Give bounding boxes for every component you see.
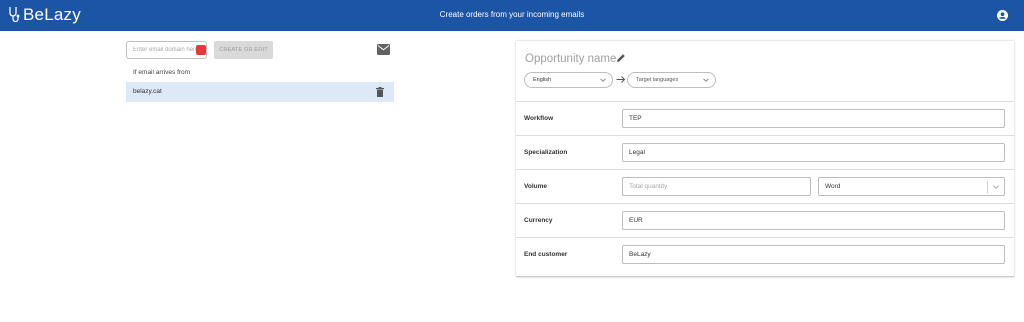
specialization-label: Specialization	[524, 149, 568, 156]
unit-select[interactable]: Word	[818, 177, 1005, 196]
mail-icon[interactable]	[377, 44, 390, 55]
target-languages-value: Target languages	[636, 77, 679, 83]
section-label: If email arrives from	[133, 69, 191, 76]
currency-field[interactable]: EUR	[622, 211, 1005, 230]
top-bar: BeLazy Create orders from your incoming …	[0, 0, 1024, 31]
specialization-value: Legal	[629, 149, 645, 156]
pencil-icon[interactable]	[616, 53, 626, 63]
user-circle-icon[interactable]	[997, 10, 1008, 21]
chevron-down-icon	[600, 78, 606, 82]
workflow-field[interactable]: TEP	[622, 109, 1005, 128]
trash-icon[interactable]	[376, 87, 384, 97]
end-customer-row: End customer BeLazy	[516, 237, 1014, 271]
domain-name: belazy.cat	[133, 88, 162, 95]
currency-label: Currency	[524, 217, 553, 224]
volume-row: Volume Total quantity Word	[516, 169, 1014, 203]
page-title: Create orders from your incoming emails	[439, 10, 585, 19]
workflow-row: Workflow TEP	[516, 101, 1014, 135]
currency-row: Currency EUR	[516, 203, 1014, 237]
volume-label: Volume	[524, 183, 547, 190]
unit-value: Word	[825, 183, 841, 190]
workflow-label: Workflow	[524, 115, 554, 122]
quantity-field[interactable]: Total quantity	[622, 177, 811, 196]
opportunity-form: Opportunity name English Target language…	[516, 41, 1014, 277]
quantity-placeholder: Total quantity	[629, 183, 668, 190]
opportunity-name[interactable]: Opportunity name	[525, 53, 616, 65]
end-customer-label: End customer	[524, 251, 568, 258]
specialization-field[interactable]: Legal	[622, 143, 1005, 162]
domain-input[interactable]	[126, 41, 207, 59]
end-customer-value: BeLazy	[629, 251, 651, 258]
source-language-select[interactable]: English	[524, 72, 613, 88]
domain-list-item[interactable]: belazy.cat	[126, 82, 394, 102]
source-language-value: English	[533, 77, 552, 83]
target-languages-select[interactable]: Target languages	[627, 72, 716, 88]
end-customer-field[interactable]: BeLazy	[622, 245, 1005, 264]
currency-value: EUR	[629, 217, 643, 224]
chevron-down-icon	[703, 78, 709, 82]
specialization-row: Specialization Legal	[516, 135, 1014, 169]
select-divider	[987, 181, 988, 193]
create-or-edit-button[interactable]: CREATE OR EDIT	[214, 41, 273, 59]
arrow-right-icon	[616, 76, 626, 83]
extension-badge-icon	[196, 45, 206, 55]
workflow-value: TEP	[629, 115, 642, 122]
chevron-down-icon	[993, 185, 999, 189]
